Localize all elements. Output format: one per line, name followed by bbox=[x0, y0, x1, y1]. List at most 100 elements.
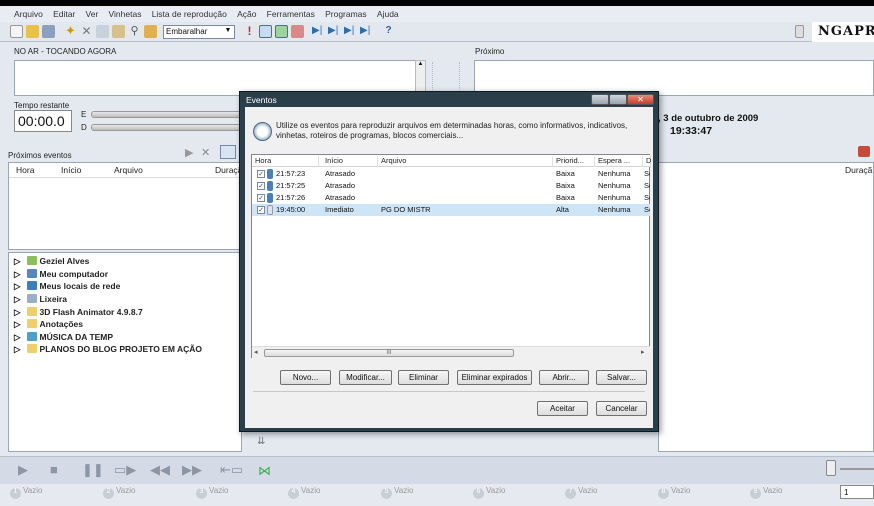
save-button[interactable]: Salvar... bbox=[596, 370, 647, 385]
cancel-button[interactable]: Cancelar bbox=[596, 401, 647, 416]
menu-ajuda[interactable]: Ajuda bbox=[373, 6, 403, 19]
tree-item[interactable]: ▷ Meus locais de rede bbox=[14, 281, 120, 292]
col-hora[interactable]: Hora bbox=[252, 156, 319, 167]
menu-arquivo[interactable]: Arquivo bbox=[0, 6, 47, 19]
slot-button[interactable]: 6 Vazio bbox=[473, 486, 505, 499]
scroll-left-icon[interactable]: ◂ bbox=[254, 348, 258, 356]
alert-icon[interactable]: ! bbox=[243, 25, 256, 38]
skip-end-icon[interactable]: ▶| bbox=[360, 25, 373, 38]
print-icon[interactable] bbox=[858, 146, 870, 157]
tree-item[interactable]: ▷ Anotações bbox=[14, 319, 83, 330]
tree-item[interactable]: ▷ Meu computador bbox=[14, 269, 108, 280]
slot-button[interactable]: 2 Vazio bbox=[103, 486, 135, 499]
slot-button[interactable]: 5 Vazio bbox=[381, 486, 413, 499]
mix-icon[interactable]: ⋈ bbox=[258, 463, 271, 479]
event-row[interactable]: ✓ 21:57:23 Atrasado Baixa Nenhuma Se bbox=[252, 168, 650, 180]
open-folder-icon[interactable] bbox=[26, 25, 39, 38]
slot-button[interactable]: 7 Vazio bbox=[565, 486, 597, 499]
open-button[interactable]: Abrir... bbox=[539, 370, 589, 385]
volume-slider-icon[interactable] bbox=[826, 460, 836, 476]
slot-button[interactable]: 4 Vazio bbox=[288, 486, 320, 499]
event-checkbox[interactable]: ✓ bbox=[257, 206, 265, 214]
menu-ver[interactable]: Ver bbox=[82, 6, 103, 19]
search-icon[interactable]: ⚲ bbox=[128, 25, 141, 38]
loop-icon[interactable]: ⇤▭ bbox=[220, 462, 243, 478]
play-segment-icon[interactable]: ▶| bbox=[328, 25, 341, 38]
menu-lista[interactable]: Lista de reprodução bbox=[148, 6, 231, 19]
event-row-selected[interactable]: ✓ 19:45:00 Imediato PG DO MISTR Alta Nen… bbox=[252, 204, 650, 216]
menu-ferramentas[interactable]: Ferramentas bbox=[263, 6, 319, 19]
col-espera[interactable]: Espera ... bbox=[595, 156, 643, 167]
menu-editar[interactable]: Editar bbox=[49, 6, 79, 19]
new-file-icon[interactable] bbox=[10, 25, 23, 38]
slot-number-icon: 8 bbox=[658, 488, 669, 499]
play-event-icon[interactable]: ▶ bbox=[185, 146, 193, 159]
add-icon[interactable]: ✦ bbox=[64, 24, 77, 38]
slot-button[interactable]: 3 Vazio bbox=[196, 486, 228, 499]
slot-button[interactable]: 1 Vazio bbox=[10, 486, 42, 499]
stop-icon[interactable]: ■ bbox=[50, 462, 58, 477]
events-icon[interactable] bbox=[291, 25, 304, 38]
scroll-thumb[interactable]: III bbox=[264, 349, 514, 357]
next-track-icon[interactable]: ▭▶ bbox=[114, 462, 136, 478]
delete-icon[interactable]: ✕ bbox=[80, 25, 93, 38]
upcoming-col-arquivo[interactable]: Arquivo bbox=[114, 165, 143, 175]
play-icon[interactable]: ▶ bbox=[18, 462, 28, 478]
menu-vinhetas[interactable]: Vinhetas bbox=[105, 6, 146, 19]
event-row[interactable]: ✓ 21:57:25 Atrasado Baixa Nenhuma Se bbox=[252, 180, 650, 192]
modify-button[interactable]: Modificar... bbox=[339, 370, 392, 385]
tree-item[interactable]: ▷ 3D Flash Animator 4.9.8.7 bbox=[14, 307, 143, 318]
tree-item[interactable]: ▷ PLANOS DO BLOG PROJETO EM AÇÃO bbox=[14, 344, 202, 355]
menu-acao[interactable]: Ação bbox=[233, 6, 260, 19]
col-arquivo[interactable]: Arquivo bbox=[378, 156, 553, 167]
copy-icon[interactable] bbox=[96, 25, 109, 38]
delete-button[interactable]: Eliminar bbox=[398, 370, 449, 385]
event-checkbox[interactable]: ✓ bbox=[257, 194, 265, 202]
help-icon[interactable]: ? bbox=[382, 25, 395, 38]
event-type-icon bbox=[267, 169, 273, 179]
pause-icon[interactable]: ❚❚ bbox=[82, 462, 104, 478]
col-d[interactable]: D bbox=[643, 156, 651, 167]
volume-e-label: E bbox=[81, 110, 87, 119]
rewind-icon[interactable]: ◀◀ bbox=[150, 462, 170, 478]
delete-expired-button[interactable]: Eliminar expirados bbox=[457, 370, 532, 385]
fast-forward-icon[interactable]: ▶▶ bbox=[182, 462, 202, 478]
window-icon[interactable] bbox=[795, 25, 804, 38]
event-row[interactable]: ✓ 21:57:26 Atrasado Baixa Nenhuma Se bbox=[252, 192, 650, 204]
paste-icon[interactable] bbox=[112, 25, 125, 38]
col-inicio[interactable]: Início bbox=[322, 156, 378, 167]
event-checkbox[interactable]: ✓ bbox=[257, 170, 265, 178]
folder-icon bbox=[26, 319, 37, 328]
ok-button[interactable]: Aceitar bbox=[537, 401, 588, 416]
horizontal-scrollbar[interactable]: ◂ III ▸ bbox=[252, 346, 650, 358]
edit-event-icon[interactable] bbox=[220, 145, 236, 159]
slot-button[interactable]: 9 Vazio bbox=[750, 486, 782, 499]
upcoming-col-inicio[interactable]: Início bbox=[61, 165, 81, 175]
info-icon[interactable] bbox=[259, 25, 272, 38]
tree-item[interactable]: ▷ Lixeira bbox=[14, 294, 67, 305]
menu-programas[interactable]: Programas bbox=[321, 6, 371, 19]
save-icon[interactable] bbox=[42, 25, 55, 38]
play-next-icon[interactable]: ▶| bbox=[312, 25, 325, 38]
event-checkbox[interactable]: ✓ bbox=[257, 182, 265, 190]
user-folder-icon bbox=[26, 256, 37, 265]
expand-down-icon[interactable]: ⇊ bbox=[257, 436, 265, 447]
playback-mode-select[interactable]: Embaralhar ▼ bbox=[163, 25, 235, 39]
scroll-right-icon[interactable]: ▸ bbox=[641, 348, 645, 356]
chevron-down-icon: ▼ bbox=[224, 27, 232, 34]
page-field[interactable]: 1 bbox=[840, 485, 874, 499]
new-button[interactable]: Novo... bbox=[280, 370, 331, 385]
skip-icon[interactable]: ▶| bbox=[344, 25, 357, 38]
tree-item[interactable]: ▷ Geziel Alves bbox=[14, 256, 89, 267]
tree-item[interactable]: ▷ MÚSICA DA TEMP bbox=[14, 332, 113, 343]
remove-event-icon[interactable]: ✕ bbox=[201, 146, 210, 159]
calendar-icon[interactable] bbox=[275, 25, 288, 38]
upcoming-col-hora[interactable]: Hora bbox=[16, 165, 34, 175]
slot-button[interactable]: 8 Vazio bbox=[658, 486, 690, 499]
lock-icon[interactable] bbox=[144, 25, 157, 38]
col-prioridade[interactable]: Priorid... bbox=[553, 156, 595, 167]
minimize-icon[interactable] bbox=[591, 94, 609, 105]
right-col-duracao[interactable]: Duraçã bbox=[845, 165, 872, 175]
maximize-icon[interactable] bbox=[609, 94, 627, 105]
close-icon[interactable]: ✕ bbox=[627, 94, 654, 105]
